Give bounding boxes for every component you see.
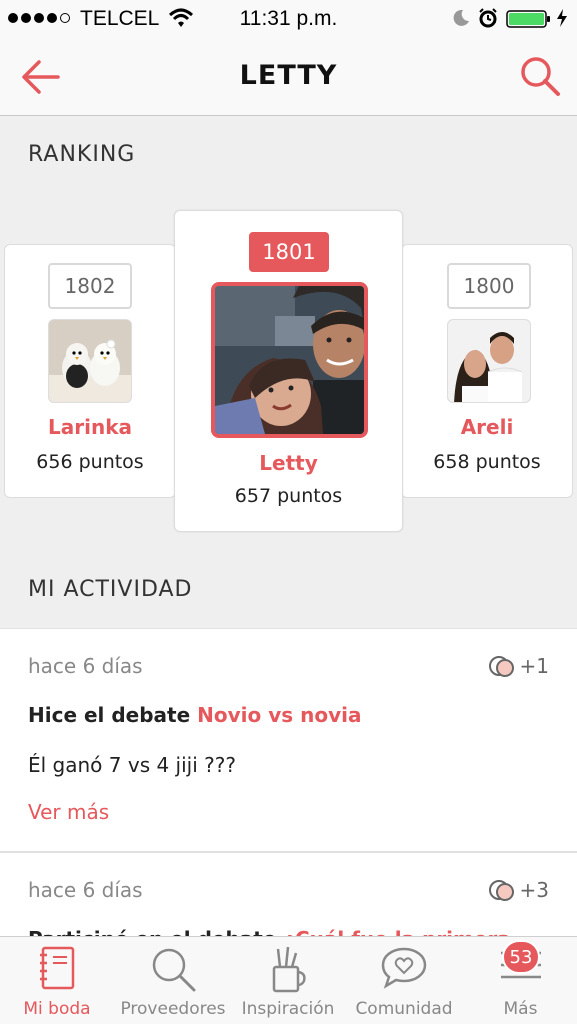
activity-count: +3	[519, 878, 549, 902]
avatar	[48, 319, 132, 403]
tab-inspiracion[interactable]: Inspiración	[232, 937, 344, 1024]
couple-photo	[448, 320, 530, 402]
ranking-user-name[interactable]: Areli	[402, 415, 572, 439]
battery-icon	[506, 10, 550, 28]
ranking-section-title: RANKING	[28, 142, 136, 167]
alarm-icon	[479, 8, 497, 28]
activity-timestamp: hace 6 días	[28, 654, 143, 678]
activity-text: Él ganó 7 vs 4 jiji ???	[28, 753, 236, 777]
search-icon[interactable]	[518, 54, 562, 98]
do-not-disturb-icon	[453, 9, 469, 26]
page-title: LETTY	[239, 60, 338, 91]
ranking-user-points: 656 puntos	[36, 451, 144, 473]
tab-label: Mi boda	[23, 999, 91, 1019]
activity-headline: Hice el debate Novio vs novia	[28, 703, 362, 727]
rank-card-areli[interactable]: 1800 Areli 658 puntos	[401, 244, 573, 498]
notebook-icon	[40, 946, 75, 990]
tab-comunidad[interactable]: Comunidad	[344, 937, 464, 1024]
ranking-user-points: 657 puntos	[234, 485, 343, 507]
rank-number-badge: 1800	[447, 263, 531, 309]
comment-bubbles-icon	[488, 880, 514, 901]
divider	[0, 851, 577, 853]
tab-label: Comunidad	[355, 999, 453, 1019]
activity-count: +1	[519, 654, 549, 678]
status-bar: TELCEL 11:31 p.m.	[0, 0, 577, 38]
ranking-user-name[interactable]: Letty	[175, 451, 402, 475]
tab-proveedores[interactable]: Proveedores	[114, 937, 232, 1024]
search-icon	[152, 948, 196, 992]
activity-section-title: MI ACTIVIDAD	[28, 577, 193, 602]
comment-bubbles-icon	[488, 656, 514, 677]
tab-label: Proveedores	[120, 999, 226, 1019]
activity-headline-prefix: Hice el debate	[28, 703, 198, 727]
avatar	[447, 319, 531, 403]
debate-link[interactable]: Novio vs novia	[197, 703, 361, 727]
tab-bar: Mi boda Proveedores Inspiración Comunida…	[0, 936, 577, 1024]
rank-number-badge: 1801	[249, 232, 329, 272]
rank-number-badge: 1802	[48, 263, 132, 309]
activity-reactions[interactable]: +3	[488, 878, 549, 902]
ranking-user-points: 658 puntos	[433, 451, 541, 473]
rank-card-larinka[interactable]: 1802 Larinka 656 puntos	[4, 244, 176, 498]
see-more-link[interactable]: Ver más	[28, 800, 109, 824]
tab-label: Inspiración	[241, 999, 335, 1019]
heart-chat-icon	[381, 947, 427, 989]
tab-mi-boda[interactable]: Mi boda	[0, 937, 114, 1024]
tab-label: Más	[503, 999, 538, 1019]
wedding-birds-photo	[49, 320, 131, 402]
selfie-photo	[215, 286, 364, 434]
ranking-user-name[interactable]: Larinka	[5, 415, 175, 439]
activity-feed: hace 6 días +1 Hice el debate Novio vs n…	[0, 628, 577, 938]
tools-icon	[272, 946, 306, 993]
activity-reactions[interactable]: +1	[488, 654, 549, 678]
notification-badge: 53	[502, 940, 540, 974]
charging-icon	[557, 9, 567, 27]
activity-timestamp: hace 6 días	[28, 878, 143, 902]
rank-card-letty[interactable]: 1801 Letty 657 puntos	[174, 210, 403, 532]
avatar	[211, 282, 368, 438]
nav-bar: LETTY	[0, 38, 577, 116]
